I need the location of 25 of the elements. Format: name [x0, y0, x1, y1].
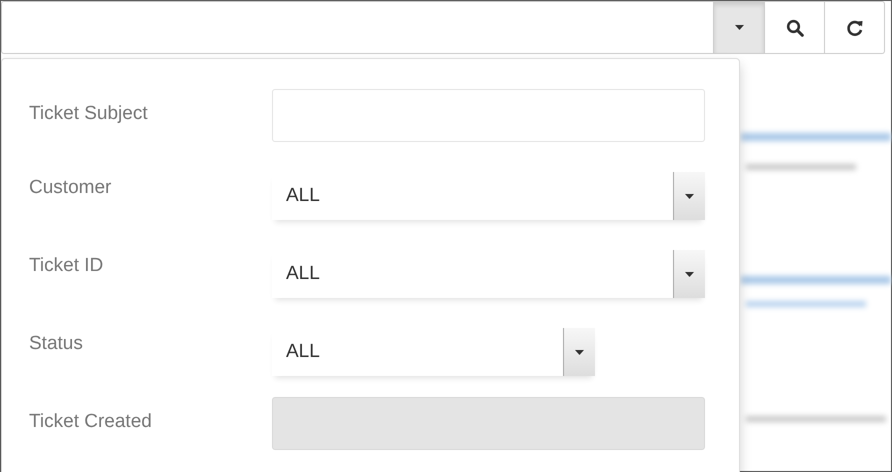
- field-label: Customer: [29, 176, 112, 199]
- select-field[interactable]: ALL: [272, 172, 705, 220]
- search-icon: [786, 18, 804, 36]
- select-value: ALL: [285, 263, 320, 285]
- caret-icon: [575, 350, 584, 354]
- search-field[interactable]: [1, 1, 713, 54]
- field-label: Ticket Subject: [29, 102, 149, 125]
- select-arrow-button[interactable]: [563, 328, 595, 376]
- field-label: Status: [29, 332, 84, 355]
- text-field[interactable]: [272, 89, 705, 142]
- select-arrow-button[interactable]: [673, 172, 705, 220]
- dropdown-toggle-button[interactable]: [713, 1, 765, 54]
- caret-icon: [734, 25, 744, 30]
- field-label: Ticket ID: [29, 254, 104, 277]
- search-button[interactable]: [765, 1, 825, 54]
- select-field[interactable]: ALL: [272, 250, 705, 298]
- caret-icon: [685, 272, 694, 276]
- refresh-icon: [846, 18, 864, 36]
- select-value: ALL: [285, 341, 320, 363]
- select-arrow-button[interactable]: [673, 250, 705, 298]
- select-value: ALL: [285, 185, 320, 207]
- select-field[interactable]: ALL: [272, 328, 595, 376]
- caret-icon: [685, 194, 694, 198]
- refresh-button[interactable]: [825, 1, 885, 54]
- field-label: Ticket Created: [29, 410, 153, 433]
